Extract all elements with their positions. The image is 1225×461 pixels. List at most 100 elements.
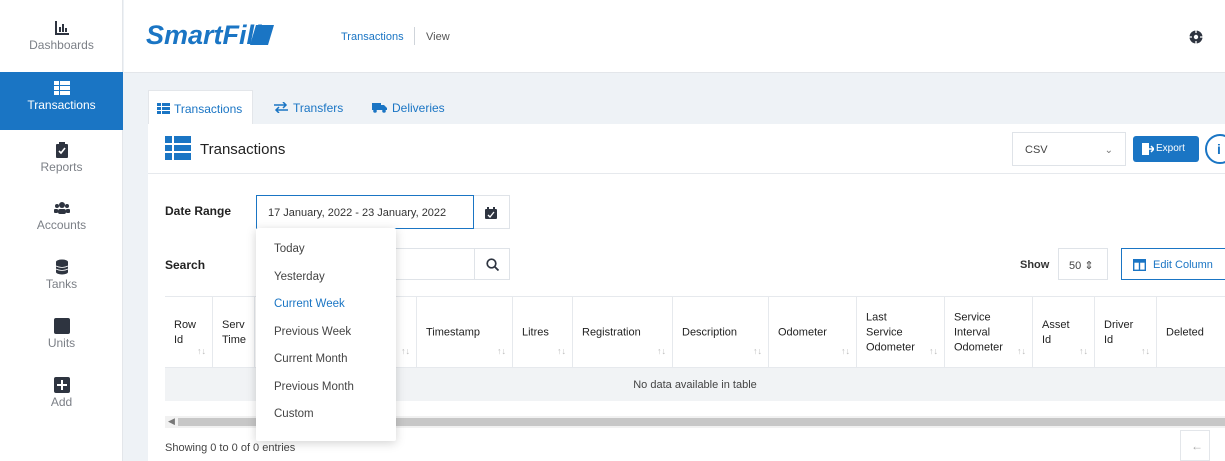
sort-icon: ↑↓: [1017, 346, 1026, 356]
column-header[interactable]: Timestamp ↑↓: [417, 297, 513, 369]
breadcrumb-divider: [414, 27, 415, 45]
chevron-down-icon: ⌄: [1104, 145, 1113, 156]
sidebar-item-dashboards[interactable]: Dashboards: [0, 12, 123, 69]
page-size-select[interactable]: 50 ⇕: [1058, 248, 1108, 280]
export-label: Export: [1156, 143, 1185, 154]
column-header[interactable]: Asset Id ↑↓: [1033, 297, 1095, 369]
column-label: Timestamp: [426, 326, 480, 339]
sort-icon: ↑↓: [753, 346, 762, 356]
truck-icon: [372, 101, 392, 115]
range-option-yesterday[interactable]: Yesterday: [274, 271, 325, 283]
previous-page-button[interactable]: ←: [1180, 430, 1210, 461]
sidebar-item-transactions[interactable]: Transactions: [0, 72, 123, 130]
breadcrumb-view: View: [426, 31, 450, 43]
edit-columns-label: Edit Column: [1153, 259, 1213, 271]
range-option-current-week[interactable]: Current Week: [274, 298, 345, 310]
file-export-icon: [1142, 143, 1156, 155]
date-range-label: Date Range: [165, 204, 232, 218]
sidebar-item-label: Reports: [40, 160, 83, 174]
search-button[interactable]: [474, 248, 510, 280]
exchange-icon: [274, 101, 293, 115]
sort-icon: ↑↓: [197, 346, 206, 356]
tab-transfers[interactable]: Transfers: [274, 90, 343, 124]
tab-transactions[interactable]: Transactions: [148, 90, 254, 124]
page-title: Transactions: [200, 141, 286, 158]
users-icon: [53, 200, 70, 216]
column-header[interactable]: Service Interval Odometer ↑↓: [945, 297, 1033, 369]
column-header[interactable]: Odometer ↑↓: [769, 297, 857, 369]
search-label: Search: [165, 258, 206, 272]
sidebar-item-label: Dashboards: [29, 38, 94, 52]
sidebar-item-tanks[interactable]: Tanks: [0, 251, 123, 308]
date-range-dropdown: Today Yesterday Current Week Previous We…: [256, 228, 396, 441]
sort-icon: ↑↓: [657, 346, 666, 356]
info-button[interactable]: i: [1205, 134, 1225, 164]
sidebar: Dashboards Transactions Reports Accounts…: [0, 0, 123, 461]
sort-icon: ↑↓: [1141, 346, 1150, 356]
export-format-select[interactable]: CSV ⌄: [1012, 132, 1126, 166]
export-format-value: CSV: [1025, 144, 1048, 156]
column-header[interactable]: Row Id ↑↓: [165, 297, 213, 369]
column-header[interactable]: Last Service Odometer ↑↓: [857, 297, 945, 369]
smartfill-logo[interactable]: SmartFill: [146, 20, 276, 50]
square-icon: [53, 318, 70, 334]
column-label: Last Service Odometer: [866, 311, 915, 354]
database-icon: [54, 259, 70, 275]
column-header[interactable]: Deleted: [1157, 297, 1225, 369]
sidebar-item-label: Tanks: [45, 277, 78, 291]
column-label: Serv Time: [222, 319, 247, 346]
range-option-current-month[interactable]: Current Month: [274, 353, 348, 365]
range-option-previous-week[interactable]: Previous Week: [274, 326, 351, 338]
range-option-custom[interactable]: Custom: [274, 408, 314, 420]
show-label: Show: [1020, 259, 1050, 271]
top-bar: SmartFill Transactions View: [124, 0, 1225, 73]
gear-icon[interactable]: [1189, 30, 1203, 44]
sidebar-item-accounts[interactable]: Accounts: [0, 192, 123, 249]
search-icon: [486, 258, 500, 272]
search-input[interactable]: [388, 248, 474, 280]
scroll-left-icon[interactable]: ◀: [168, 416, 175, 427]
column-header[interactable]: Driver Id ↑↓: [1095, 297, 1157, 369]
edit-columns-button[interactable]: Edit Column: [1121, 248, 1225, 280]
sort-icon: ↑↓: [497, 346, 506, 356]
bar-chart-icon: [54, 20, 70, 36]
tab-label: Transfers: [293, 101, 344, 115]
tab-deliveries[interactable]: Deliveries: [372, 90, 445, 124]
column-label: Asset Id: [1042, 319, 1070, 346]
column-header[interactable]: Registration ↑↓: [573, 297, 673, 369]
sidebar-item-units[interactable]: Units: [0, 310, 123, 367]
info-icon: i: [1217, 141, 1221, 157]
breadcrumb-transactions[interactable]: Transactions: [341, 31, 404, 43]
column-label: Row Id: [174, 319, 197, 346]
columns-icon: [1132, 258, 1147, 272]
calendar-button[interactable]: [474, 195, 510, 229]
sidebar-item-label: Transactions: [27, 98, 96, 112]
export-button[interactable]: Export: [1133, 136, 1199, 162]
column-header[interactable]: Litres ↑↓: [513, 297, 573, 369]
tab-label: Deliveries: [392, 101, 445, 115]
column-label: Description: [682, 326, 738, 339]
sidebar-item-reports[interactable]: Reports: [0, 134, 123, 191]
sort-arrows-icon: ⇕: [1084, 260, 1094, 272]
column-header[interactable]: Serv Time: [213, 297, 255, 369]
panel-header: Transactions CSV ⌄ Export i: [148, 124, 1225, 174]
table-list-icon: [53, 80, 70, 96]
table-info: Showing 0 to 0 of 0 entries: [165, 442, 296, 454]
column-label: Driver Id: [1104, 319, 1134, 346]
column-label: Registration: [582, 326, 641, 339]
sidebar-item-add[interactable]: Add: [0, 369, 123, 426]
sort-icon: ↑↓: [841, 346, 850, 356]
sidebar-item-label: Units: [47, 336, 76, 350]
table-list-icon: [165, 136, 191, 160]
date-range-input[interactable]: 17 January, 2022 - 23 January, 2022: [256, 195, 474, 229]
calendar-icon: [485, 206, 497, 219]
sort-icon: ↑↓: [401, 346, 410, 356]
column-header[interactable]: Description ↑↓: [673, 297, 769, 369]
page-size-value: 50: [1069, 260, 1082, 272]
plus-square-icon: [53, 377, 70, 393]
clipboard-check-icon: [54, 142, 70, 158]
range-option-previous-month[interactable]: Previous Month: [274, 381, 354, 393]
column-label: Litres: [522, 326, 549, 339]
range-option-today[interactable]: Today: [274, 243, 305, 255]
column-label: Service Interval Odometer: [954, 311, 1003, 354]
